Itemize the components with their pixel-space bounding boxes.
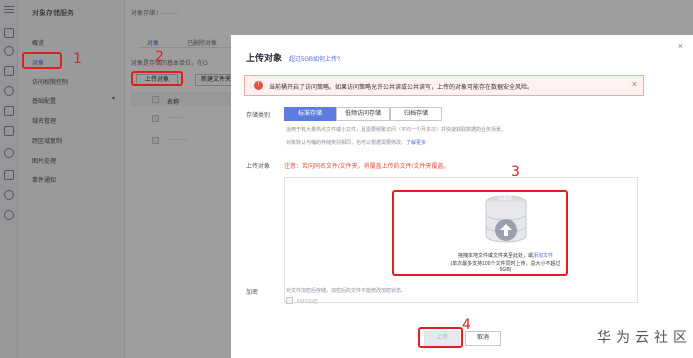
help-link[interactable]: 超过5GB如何上传? (289, 54, 340, 63)
kms-encryption-checkbox[interactable] (286, 297, 293, 304)
dialog-title: 上传对象 (246, 53, 283, 63)
storage-option-infrequent[interactable]: 低频访问存储 (336, 107, 390, 121)
warning-icon: ! (254, 81, 263, 90)
annotation-number-3: 3 (511, 164, 520, 180)
annotation-box-3 (392, 190, 568, 276)
storage-option-standard[interactable]: 标准存储 (284, 107, 336, 121)
alert-close-icon[interactable]: × (632, 79, 637, 89)
encryption-description: 对文件加密后存储，加密后的文件不能修改加密状态。 (286, 288, 407, 294)
close-icon[interactable]: × (678, 41, 683, 51)
encryption-label: 加密 (246, 290, 259, 296)
annotation-box-2 (131, 71, 183, 86)
watermark: 华为云社区 (597, 330, 692, 346)
annotation-number-4: 4 (462, 317, 471, 333)
storage-class-label: 存储类别 (246, 113, 271, 119)
annotation-number-2: 2 (155, 49, 164, 65)
storage-note: 对象默认与桶的存储类别相同，也可以根据需要修改。了解更多 (286, 139, 426, 146)
annotation-box-1 (22, 52, 62, 69)
cancel-button[interactable]: 取消 (465, 331, 501, 346)
kms-encryption-label: KMS加密 (297, 299, 318, 305)
overwrite-warning: 注意：若向同名文件/文件夹，将覆盖上传的文件/文件夹覆盖。 (284, 164, 450, 170)
storage-description: 适用于有大量热点文件或小文件，且需要频繁访问（平均一个月多次）并快速获取数据的业… (286, 127, 507, 133)
learn-more-link[interactable]: 了解更多 (406, 140, 426, 146)
risk-alert: ! 当前桶开启了访问策略。如果访问策略允许公共读或公共读写，上传的对象可能存在数… (244, 75, 644, 96)
alert-text: 当前桶开启了访问策略。如果访问策略允许公共读或公共读写，上传的对象可能存在数据安… (269, 85, 534, 91)
annotation-number-1: 1 (73, 51, 82, 67)
annotation-box-4 (418, 327, 463, 348)
upload-object-label: 上传对象 (246, 164, 271, 170)
storage-note-text: 对象默认与桶的存储类别相同，也可以根据需要修改。 (286, 140, 407, 146)
storage-option-archive[interactable]: 归档存储 (390, 107, 442, 121)
